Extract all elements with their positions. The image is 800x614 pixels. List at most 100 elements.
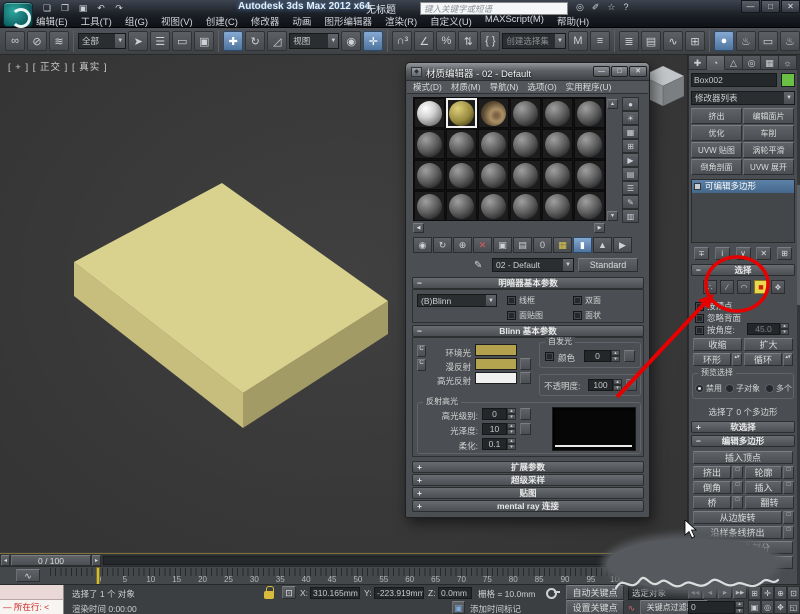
menu-item[interactable]: 修改器: [251, 14, 280, 28]
slots-scroll-left-button[interactable]: ◀: [413, 223, 424, 233]
y-coordinate-field[interactable]: -223.919mm: [374, 587, 424, 599]
x-coordinate-field[interactable]: 310.165mm: [310, 587, 360, 599]
material-sample-slot[interactable]: [510, 191, 541, 221]
shader-checkbox[interactable]: [573, 296, 582, 305]
select-and-rotate-icon[interactable]: ↻: [245, 31, 265, 51]
align-icon[interactable]: ≡: [590, 31, 610, 51]
inset-button[interactable]: 插入: [745, 481, 782, 494]
material-sample-slot[interactable]: [446, 129, 477, 159]
assign-to-selection-icon[interactable]: ⊕: [453, 237, 472, 253]
ring-spinner[interactable]: ▴▾: [732, 353, 742, 366]
collapsed-rollout[interactable]: +mental ray 连接: [412, 500, 644, 512]
maximize-button[interactable]: □: [761, 0, 780, 13]
me-maximize-button[interactable]: □: [611, 66, 628, 77]
material-sample-slot[interactable]: [574, 129, 605, 159]
glossiness-map-button[interactable]: [520, 423, 531, 435]
hinge-settings-button[interactable]: □: [783, 511, 794, 524]
ambient-color-swatch[interactable]: [475, 344, 517, 356]
menu-item[interactable]: 工具(T): [81, 14, 112, 28]
by-angle-spinner[interactable]: 45.0▴▾: [747, 323, 789, 335]
curve-editor-icon[interactable]: ∿: [663, 31, 683, 51]
set-key-button[interactable]: 设置关键点: [566, 600, 624, 614]
material-sample-slot[interactable]: [414, 98, 445, 128]
time-back-arrow[interactable]: ◂: [1, 555, 10, 566]
edit-named-selections-icon[interactable]: { }: [480, 31, 500, 51]
material-sample-slot[interactable]: [414, 160, 445, 190]
material-sample-slot[interactable]: [446, 160, 477, 190]
self-illum-color-checkbox[interactable]: [545, 352, 554, 361]
stack-item-editable-poly[interactable]: 可编辑多边形: [692, 180, 794, 193]
time-forward-arrow[interactable]: ▸: [92, 555, 101, 566]
object-color-swatch[interactable]: [781, 73, 795, 87]
modifier-stack[interactable]: 可编辑多边形: [691, 179, 795, 243]
grow-button[interactable]: 扩大: [744, 338, 793, 351]
element-subobject-icon[interactable]: ❖: [771, 280, 785, 294]
me-minimize-button[interactable]: —: [593, 66, 610, 77]
material-sample-slot[interactable]: [478, 98, 509, 128]
collapsed-rollout[interactable]: +贴图: [412, 487, 644, 499]
sample-tool-icon[interactable]: ✎: [622, 195, 639, 209]
material-sample-slot[interactable]: [574, 160, 605, 190]
sample-tool-icon[interactable]: ⊞: [622, 139, 639, 153]
menu-item[interactable]: 自定义(U): [430, 14, 472, 28]
collapsed-rollout[interactable]: +扩展参数: [412, 461, 644, 473]
stack-tool-icon[interactable]: ∨: [736, 247, 751, 260]
render-production-icon[interactable]: ♨: [780, 31, 800, 51]
bind-spacewarp-icon[interactable]: ≋: [49, 31, 69, 51]
rollout-blinn-basic[interactable]: −Blinn 基本参数: [412, 325, 644, 337]
outline-button[interactable]: 轮廓: [745, 466, 782, 479]
sample-tool-icon[interactable]: ▶: [622, 153, 639, 167]
add-time-tag[interactable]: 添加时间标记: [470, 603, 521, 614]
menu-item[interactable]: 编辑(E): [36, 14, 68, 28]
select-and-move-icon[interactable]: ✚: [223, 31, 243, 51]
select-and-manipulate-icon[interactable]: ✛: [363, 31, 383, 51]
unlink-icon[interactable]: ⊘: [27, 31, 47, 51]
stack-tool-icon[interactable]: i: [715, 247, 730, 260]
menu-item[interactable]: 视图(V): [161, 14, 193, 28]
extrude-button[interactable]: 挤出: [693, 466, 731, 479]
hinge-from-edge-button[interactable]: 从边旋转: [693, 511, 782, 524]
put-to-scene-icon[interactable]: ↻: [433, 237, 452, 253]
viewport-nav-icon[interactable]: ▣: [748, 600, 761, 614]
insert-vertex-button[interactable]: 插入顶点: [693, 451, 793, 464]
current-frame-marker[interactable]: [96, 567, 100, 585]
specular-level-map-button[interactable]: [520, 408, 531, 420]
spinner-snap-icon[interactable]: ⇅: [458, 31, 478, 51]
show-end-result-icon[interactable]: ▮: [573, 237, 592, 253]
sample-tool-icon[interactable]: ●: [622, 97, 639, 111]
by-angle-checkbox[interactable]: [695, 326, 704, 335]
mini-curve-editor-icon[interactable]: ∿: [16, 569, 40, 582]
viewport-nav-icon[interactable]: ✥: [774, 600, 787, 614]
vertex-subobject-icon[interactable]: ∴: [703, 280, 717, 294]
quick-access-icon[interactable]: ❏: [40, 2, 54, 14]
modifier-shortcut-button[interactable]: 倒角剖面: [691, 159, 742, 175]
spline-extrude-settings-button[interactable]: □: [783, 526, 794, 539]
menu-item[interactable]: 帮助(H): [557, 14, 589, 28]
opacity-map-button[interactable]: [626, 379, 637, 391]
rollout-edit-polygons[interactable]: −编辑多边形: [691, 435, 795, 447]
percent-snap-icon[interactable]: %: [436, 31, 456, 51]
named-selection-sets-dropdown[interactable]: 创建选择集▼: [502, 33, 566, 49]
make-unique-icon[interactable]: ▣: [493, 237, 512, 253]
specular-map-button[interactable]: [520, 372, 531, 384]
sample-tool-icon[interactable]: ▤: [622, 167, 639, 181]
quick-access-icon[interactable]: ↶: [94, 2, 108, 14]
inset-settings-button[interactable]: □: [783, 481, 794, 494]
slots-scroll-right-button[interactable]: ▶: [594, 223, 605, 233]
menu-item[interactable]: 创建(C): [206, 14, 238, 28]
material-sample-slot[interactable]: [542, 98, 573, 128]
material-sample-slot[interactable]: [510, 160, 541, 190]
tab-modify-icon[interactable]: ◔: [707, 55, 725, 70]
diffuse-map-button[interactable]: [520, 358, 531, 370]
rectangular-region-icon[interactable]: ▭: [172, 31, 192, 51]
by-vertex-checkbox[interactable]: [695, 302, 704, 311]
go-to-parent-icon[interactable]: ▲: [593, 237, 612, 253]
modifier-shortcut-button[interactable]: 车削: [743, 125, 794, 141]
shader-type-dropdown[interactable]: (B)Blinn▼: [417, 294, 497, 307]
sample-tool-icon[interactable]: ☀: [622, 111, 639, 125]
me-menu-item[interactable]: 实用程序(U): [566, 81, 612, 93]
edge-subobject-icon[interactable]: ∕: [720, 280, 734, 294]
menu-item[interactable]: 动画: [292, 14, 311, 28]
rollout-selection[interactable]: −选择: [691, 264, 795, 276]
stack-tool-icon[interactable]: ⊞: [777, 247, 792, 260]
